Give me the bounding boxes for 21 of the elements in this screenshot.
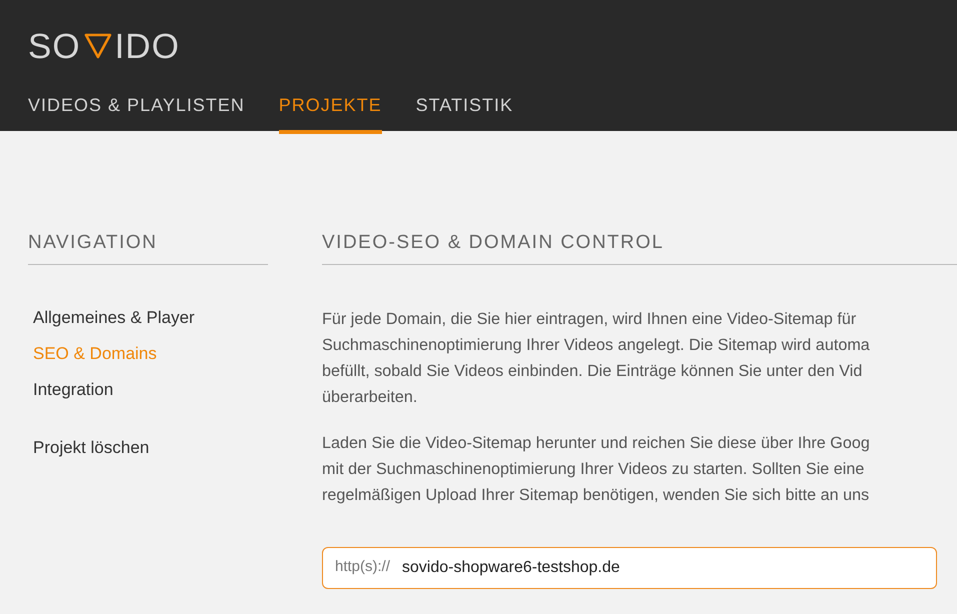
- text-line: befüllt, sobald Sie Videos einbinden. Die Einträge können Sie unter den Vid: [322, 360, 862, 382]
- nav-tab[interactable]: STATISTIK: [416, 84, 514, 134]
- sidebar-link[interactable]: Projekt löschen: [33, 430, 268, 466]
- sidebar-link[interactable]: Integration: [33, 372, 268, 408]
- text-line: regelmäßigen Upload Ihrer Sitemap benötigen, wenden Sie sich bitte an uns: [322, 484, 870, 506]
- nav-tab[interactable]: VIDEOS & PLAYLISTEN: [28, 84, 245, 134]
- sidebar-link[interactable]: Allgemeines & Player: [33, 300, 268, 336]
- logo-text: SO: [28, 28, 81, 64]
- nav-tab[interactable]: PROJEKTE: [278, 84, 382, 134]
- section-heading: VIDEO-SEO & DOMAIN CONTROL: [322, 229, 957, 264]
- text-line: mit der Suchmaschinenoptimierung Ihrer Videos zu starten. Sollten Sie eine: [322, 458, 864, 480]
- domain-input-field[interactable]: sovido-shopware6-testshop.de: [402, 556, 936, 580]
- text-line: Laden Sie die Video-Sitemap herunter und reichen Sie diese über Ihre Goog: [322, 432, 870, 454]
- sidebar-heading: NAVIGATION: [28, 229, 268, 264]
- logo-text: IDO: [114, 28, 180, 64]
- domain-field[interactable]: http(s):// sovido-shopware6-testshop.de: [322, 546, 937, 588]
- url-prefix: http(s)://: [335, 557, 390, 578]
- text-line: überarbeiten.: [322, 386, 418, 408]
- text-line: Für jede Domain, die Sie hier eintragen, wird Ihnen eine Video-Sitemap für: [322, 308, 856, 330]
- text-line: Suchmaschinenoptimierung Ihrer Videos angelegt. Die Sitemap wird automa: [322, 334, 870, 356]
- triangle-logo-icon: [82, 32, 113, 60]
